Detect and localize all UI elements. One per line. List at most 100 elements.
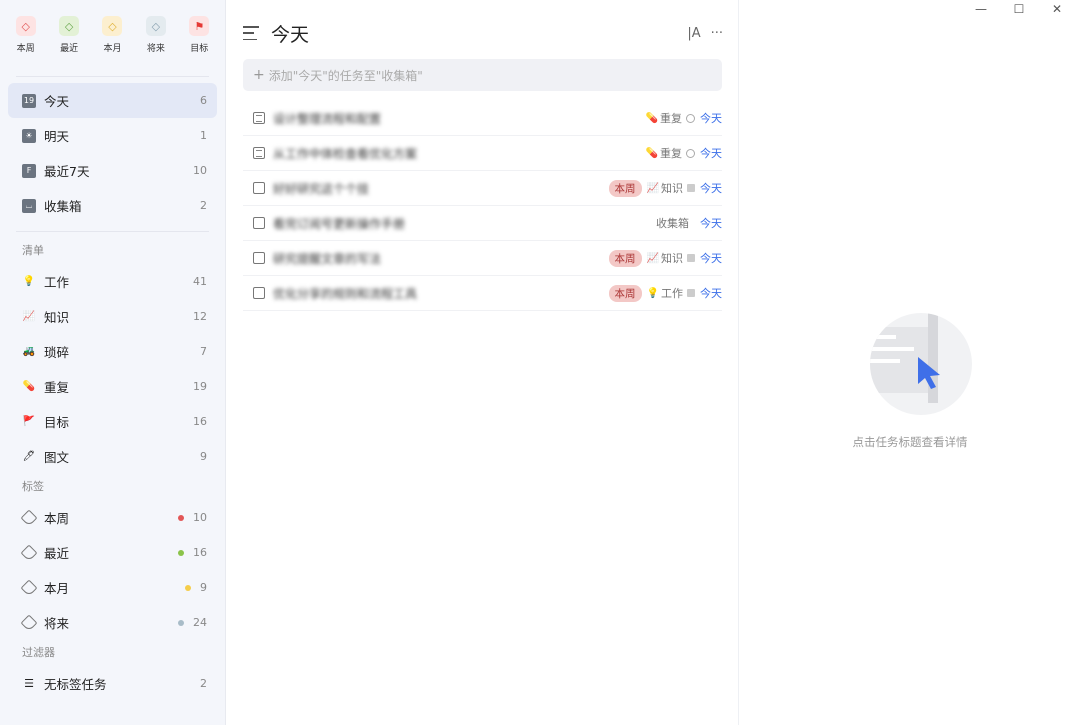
note-square-icon — [687, 184, 695, 192]
quick-filter-label: 将来 — [146, 44, 165, 54]
note-square-icon — [687, 254, 695, 262]
list-item-0[interactable]: 💡 工作 41 — [8, 264, 217, 299]
nav-count: 19 — [193, 380, 207, 393]
task-row[interactable]: 从工作中体检查看优化方案 💊 重复 今天 — [243, 136, 722, 171]
task-row[interactable]: 设计整理流程和配置 💊 重复 今天 — [243, 101, 722, 136]
list-icon: 📈 — [646, 252, 659, 264]
menu-toggle-icon[interactable] — [243, 26, 259, 40]
quick-filter-label: 本月 — [103, 44, 122, 54]
list-item-3[interactable]: 💊 重复 19 — [8, 369, 217, 404]
task-list: 设计整理流程和配置 💊 重复 今天 从工作中体检查看优化方案 💊 重复 今天 好好研究这个个技本… — [243, 101, 722, 311]
quick-filter-3[interactable]: ◇ 将来 — [136, 16, 176, 70]
knowledge-icon: 📈 — [22, 311, 36, 322]
tag-item-1[interactable]: 最近 16 — [8, 535, 217, 570]
nav-count: 1 — [200, 129, 207, 142]
quick-filter-2[interactable]: ◇ 本月 — [92, 16, 132, 70]
list-item-5[interactable]: 🖊 图文 9 — [8, 439, 217, 474]
note-icon[interactable] — [253, 112, 265, 124]
note-icon[interactable] — [253, 147, 265, 159]
list-icon: 💊 — [645, 112, 658, 124]
task-meta: 本周 💡 工作 今天 — [608, 284, 722, 302]
list-name: 收集箱 — [656, 217, 689, 230]
maximize-button[interactable]: ☐ — [1000, 2, 1038, 16]
tag-yellow-icon: ◇ — [102, 16, 123, 36]
nav-count: 7 — [200, 345, 207, 358]
due-date[interactable]: 今天 — [700, 250, 722, 266]
pen-icon: 🖊 — [22, 451, 36, 462]
task-row[interactable]: 优化分享的规则和流程工具 本周 💡 工作 今天 — [243, 276, 722, 311]
filter-icon: ☰ — [24, 677, 34, 690]
task-title[interactable]: 从工作中体检查看优化方案 — [273, 145, 646, 162]
sunrise-icon: ☀ — [22, 128, 36, 143]
due-date[interactable]: 今天 — [700, 180, 722, 196]
task-row[interactable]: 看完订阅号更新操作手册 收集箱 今天 — [243, 206, 722, 241]
filter-item-0[interactable]: ☰ 无标签任务 2 — [8, 666, 217, 701]
nav-label: 目标 — [44, 415, 70, 430]
page-title: 今天 — [271, 23, 310, 46]
tag-red-icon: ◇ — [15, 16, 36, 36]
tag-color-dot — [178, 549, 184, 556]
task-title[interactable]: 好好研究这个个技 — [273, 180, 609, 197]
add-task-placeholder: 添加"今天"的任务至"收集箱" — [268, 68, 423, 83]
due-date[interactable]: 今天 — [700, 145, 722, 161]
quick-filter-4[interactable]: ⚑ 目标 — [179, 16, 219, 70]
list-name: 工作 — [661, 287, 683, 300]
tag-icon — [20, 544, 38, 561]
smart-lists: 19 今天 6 ☀ 明天 1 F 最近7天 10 ⌴ 收集箱 2 — [0, 83, 225, 223]
smart-list-0[interactable]: 19 今天 6 — [8, 83, 217, 118]
minimize-button[interactable]: — — [962, 2, 1000, 16]
tags-section-title: 标签 — [22, 480, 44, 493]
tag-pill[interactable]: 本周 — [608, 179, 642, 197]
detail-panel: — ☐ ✕ 点击任务标题查看详情 — [740, 0, 1080, 725]
tag-green-icon: ◇ — [59, 16, 80, 36]
tag-item-0[interactable]: 本周 10 — [8, 500, 217, 535]
nav-count: 6 — [200, 94, 207, 107]
task-row[interactable]: 好好研究这个个技 本周 📈 知识 今天 — [243, 171, 722, 206]
smart-list-1[interactable]: ☀ 明天 1 — [8, 118, 217, 153]
list-name: 重复 — [660, 147, 682, 160]
nav-label: 本月 — [44, 581, 70, 596]
quick-filter-0[interactable]: ◇ 本周 — [6, 16, 46, 70]
checkbox[interactable] — [253, 252, 265, 264]
nav-label: 图文 — [44, 450, 70, 465]
sort-button[interactable]: |A — [687, 26, 700, 41]
task-title[interactable]: 研究提醒文章的写法 — [273, 250, 609, 267]
task-meta: 💊 重复 今天 — [646, 110, 722, 126]
lists: 💡 工作 41 📈 知识 12 🚜 琐碎 7 💊 重复 19 🚩 目标 16 🖊 图文 9 — [0, 264, 225, 474]
tag-pill[interactable]: 本周 — [608, 249, 642, 267]
add-task-input[interactable]: + 添加"今天"的任务至"收集箱" — [243, 59, 722, 91]
tag-pill[interactable]: 本周 — [608, 284, 642, 302]
quick-filter-1[interactable]: ◇ 最近 — [49, 16, 89, 70]
checkbox[interactable] — [253, 287, 265, 299]
task-row[interactable]: 研究提醒文章的写法 本周 📈 知识 今天 — [243, 241, 722, 276]
smart-list-2[interactable]: F 最近7天 10 — [8, 153, 217, 188]
due-date[interactable]: 今天 — [700, 285, 722, 301]
task-title[interactable]: 优化分享的规则和流程工具 — [273, 285, 609, 302]
list-item-4[interactable]: 🚩 目标 16 — [8, 404, 217, 439]
smart-list-3[interactable]: ⌴ 收集箱 2 — [8, 188, 217, 223]
nav-label: 重复 — [44, 380, 70, 395]
due-date[interactable]: 今天 — [700, 110, 722, 126]
list-icon: 📈 — [646, 182, 659, 194]
calendar-week-icon: F — [22, 163, 36, 178]
more-button[interactable]: ··· — [711, 26, 723, 41]
list-name: 知识 — [661, 182, 683, 195]
nav-count: 16 — [193, 546, 207, 559]
task-title[interactable]: 设计整理流程和配置 — [273, 110, 646, 127]
quick-filter-row: ◇ 本周 ◇ 最近 ◇ 本月 ◇ 将来 ⚑ 目标 — [0, 0, 225, 70]
checkbox[interactable] — [253, 217, 265, 229]
tag-color-dot — [178, 619, 184, 626]
tags: 本周 10 最近 16 本月 9 将来 24 — [0, 500, 225, 640]
close-button[interactable]: ✕ — [1038, 2, 1076, 16]
list-item-2[interactable]: 🚜 琐碎 7 — [8, 334, 217, 369]
list-item-1[interactable]: 📈 知识 12 — [8, 299, 217, 334]
due-date[interactable]: 今天 — [700, 215, 722, 231]
checkbox[interactable] — [253, 182, 265, 194]
quick-filter-label: 本周 — [16, 44, 35, 54]
tag-item-2[interactable]: 本月 9 — [8, 570, 217, 605]
task-title[interactable]: 看完订阅号更新操作手册 — [273, 215, 656, 232]
tag-item-3[interactable]: 将来 24 — [8, 605, 217, 640]
nav-label: 收集箱 — [44, 199, 82, 214]
task-list-label: 💊 重复 — [646, 110, 682, 126]
tag-color-dot — [178, 514, 184, 521]
